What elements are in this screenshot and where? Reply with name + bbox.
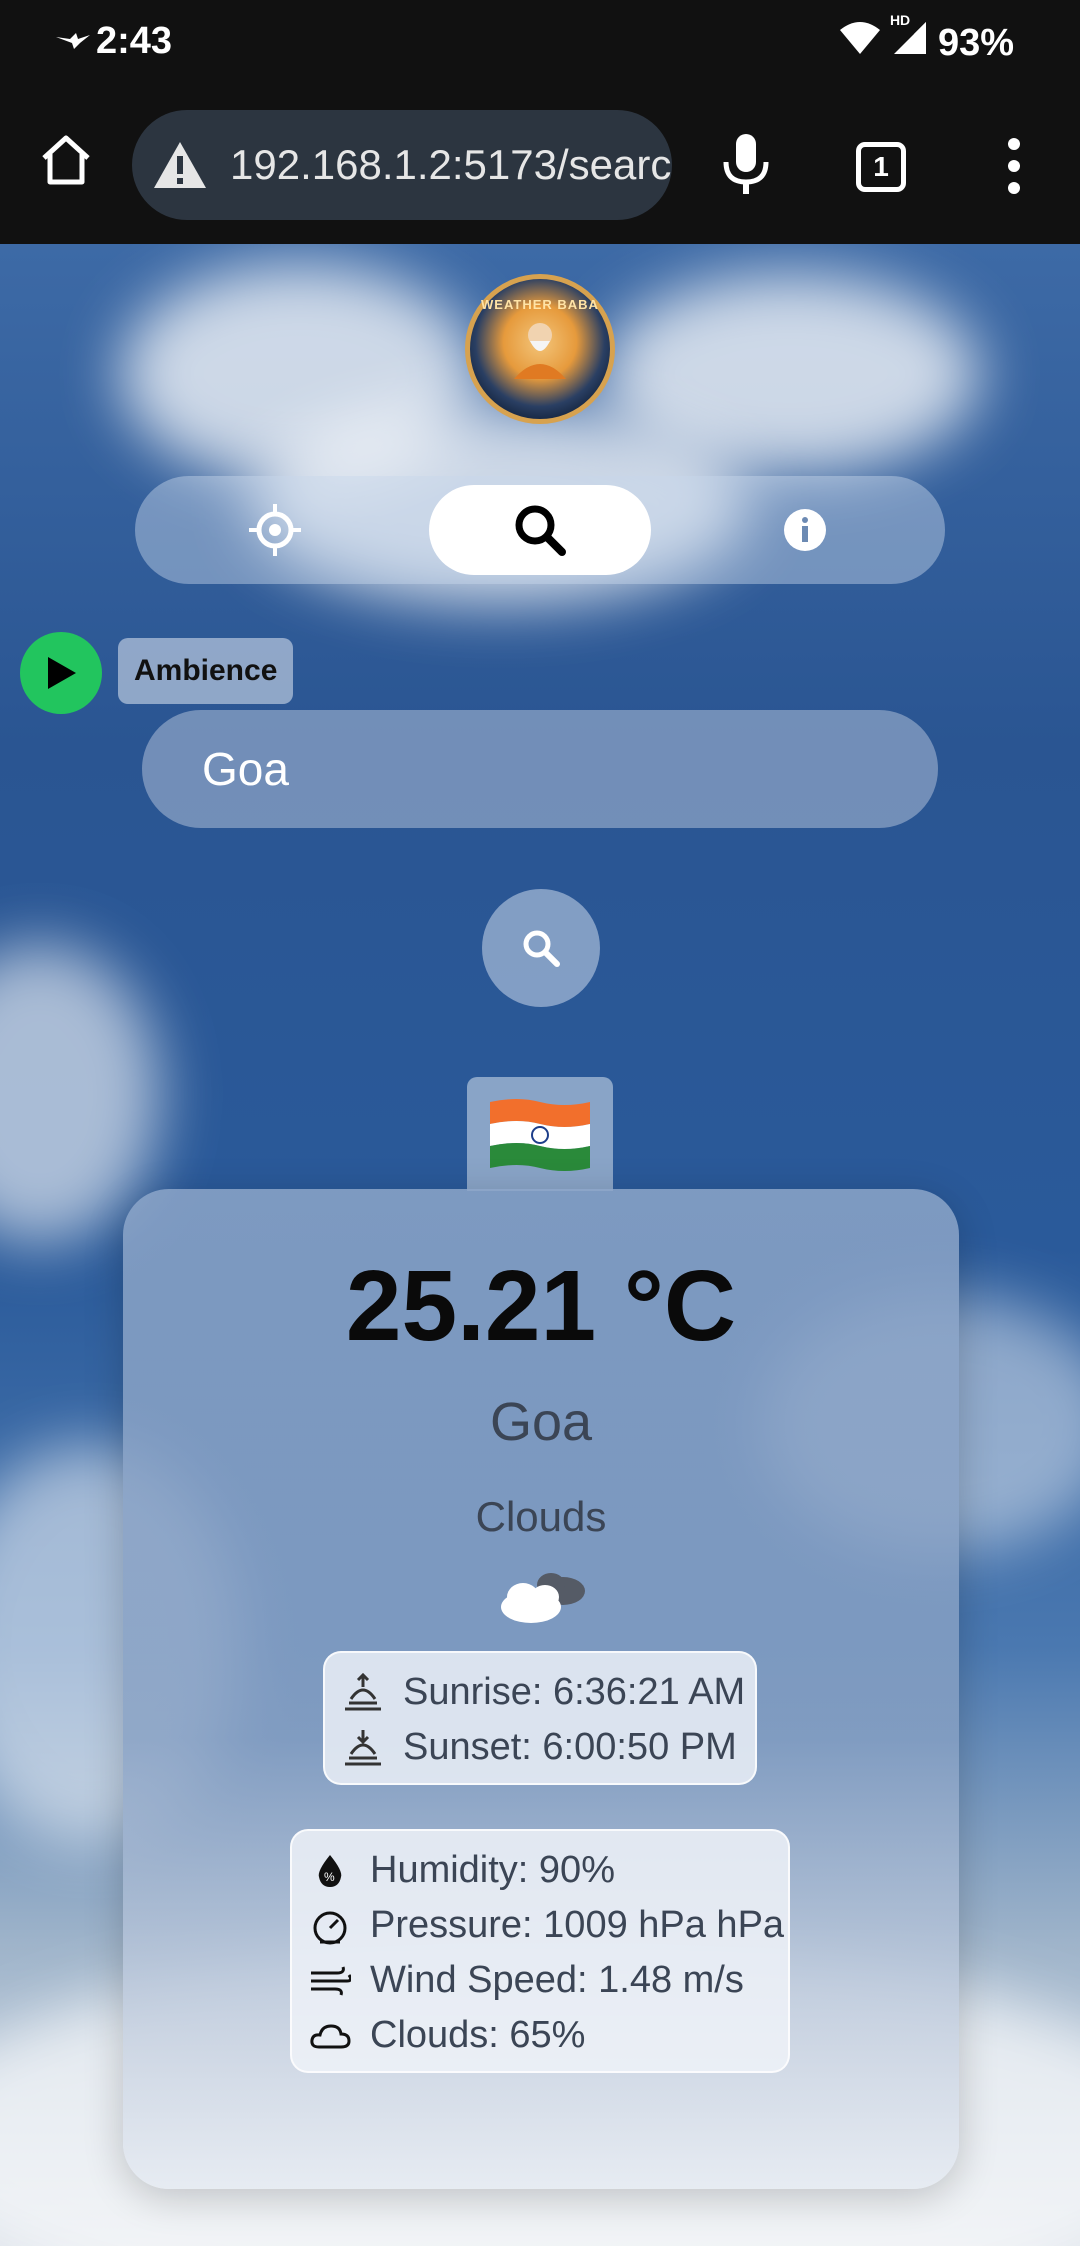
sunset-icon	[339, 1728, 387, 1768]
warning-icon[interactable]	[152, 140, 208, 190]
weather-condition: Clouds	[475, 1493, 607, 1540]
tab-switcher-button[interactable]: 1	[856, 142, 906, 192]
pressure-text: Pressure: 1009 hPa hPa	[370, 1904, 785, 1946]
status-bar: 2:43 HD 93%	[0, 0, 1080, 90]
app-logo: WEATHER BABA	[465, 274, 615, 424]
address-bar[interactable]: 192.168.1.2:5173/search	[132, 110, 672, 220]
tab-search[interactable]	[429, 485, 651, 575]
sunset-text: Sunset: 6:00:50 PM	[403, 1726, 737, 1768]
cloud-weather-icon	[493, 1561, 593, 1631]
microphone-icon[interactable]	[718, 132, 774, 196]
home-icon[interactable]	[36, 130, 96, 190]
logo-text: WEATHER BABA	[481, 297, 599, 312]
humidity-drop-icon: %	[306, 1851, 354, 1891]
status-time: 2:43	[96, 20, 173, 62]
location-crosshair-icon	[249, 504, 301, 556]
wind-row: Wind Speed: 1.48 m/s	[306, 1953, 774, 2008]
clouds-text: Clouds: 65%	[370, 2014, 586, 2056]
nav-tabs	[135, 476, 945, 584]
sunrise-text: Sunrise: 6:36:21 AM	[403, 1671, 746, 1713]
status-time-group: 2:43	[56, 20, 172, 63]
country-flag-tab	[467, 1077, 613, 1191]
city-search-input[interactable]	[142, 710, 938, 828]
humidity-row: % Humidity: 90%	[306, 1843, 774, 1898]
tab-info[interactable]	[694, 485, 916, 575]
search-icon	[515, 505, 566, 556]
clouds-row: Clouds: 65%	[306, 2008, 774, 2063]
india-flag-icon	[490, 1099, 590, 1171]
url-text[interactable]: 192.168.1.2:5173/search	[230, 141, 672, 189]
humidity-text: Humidity: 90%	[370, 1849, 615, 1891]
sunrise-row: Sunrise: 6:36:21 AM	[339, 1665, 745, 1720]
background-cloud	[0, 944, 160, 1244]
ambience-label: Ambience	[118, 638, 294, 704]
sage-figure-icon	[514, 323, 566, 379]
pressure-gauge-icon	[306, 1906, 354, 1946]
browser-toolbar: 192.168.1.2:5173/search 1	[0, 90, 1080, 244]
wind-icon	[306, 1961, 354, 2001]
weather-page: WEATHER BABA Ambience Goa 25.21 °C Goa C…	[0, 244, 1080, 2246]
cloud-icon	[306, 2016, 354, 2056]
play-icon	[48, 657, 76, 689]
more-menu-icon[interactable]	[1000, 134, 1028, 198]
svg-text:%: %	[324, 1870, 335, 1884]
info-icon	[784, 509, 826, 551]
weather-card: 25.21 °C Goa Clouds Sunrise: 6:36:21 AM	[123, 1189, 959, 2189]
weather-stats-panel: % Humidity: 90% Pressure: 1009 hPa hPa W…	[290, 1829, 790, 2073]
sun-times-panel: Sunrise: 6:36:21 AM Sunset: 6:00:50 PM	[323, 1651, 757, 1785]
temperature: 25.21 °C	[345, 1250, 737, 1362]
sunset-row: Sunset: 6:00:50 PM	[339, 1720, 741, 1775]
wind-speed-text: Wind Speed: 1.48 m/s	[370, 1959, 744, 2001]
pressure-row: Pressure: 1009 hPa hPa	[306, 1898, 784, 1953]
battery-percent: 93%	[937, 21, 1014, 64]
city-name: Goa	[489, 1392, 593, 1452]
tab-current-location[interactable]	[164, 485, 386, 575]
signal-icon: HD	[890, 12, 928, 66]
wifi-icon	[838, 20, 882, 66]
status-indicators: HD 93%	[838, 12, 1014, 66]
network-type-label: HD	[889, 12, 911, 28]
search-submit-button[interactable]	[482, 889, 600, 1007]
tab-count: 1	[873, 151, 889, 182]
search-icon	[523, 930, 560, 967]
sunrise-icon	[339, 1672, 387, 1713]
notification-bird-icon	[56, 25, 90, 59]
ambience-play-button[interactable]	[20, 632, 102, 714]
